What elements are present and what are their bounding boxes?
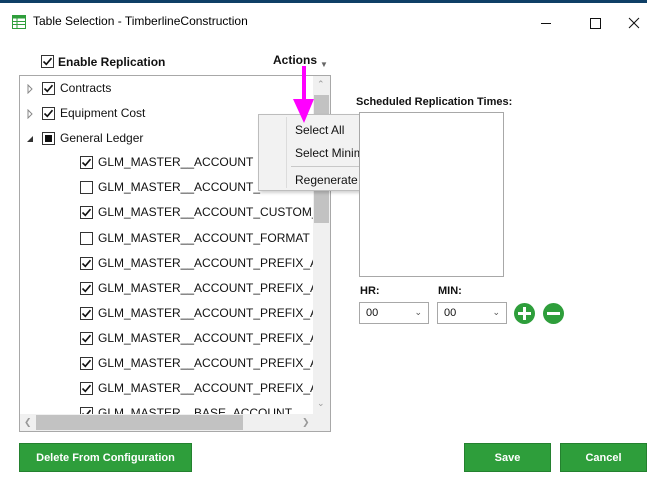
item-checkbox[interactable] <box>80 357 93 370</box>
maximize-icon[interactable] <box>580 10 610 34</box>
tree-item-label: GLM_MASTER__ACCOUNT_PREFIX_ABC_CU <box>98 381 314 395</box>
plus-circle-icon[interactable] <box>514 303 535 324</box>
chevron-down-icon[interactable]: ▼ <box>320 60 328 69</box>
tree-item-label: GLM_MASTER__ACCOUNT_PREFIX_ABC <box>98 356 314 370</box>
chevron-down-icon: ⌄ <box>492 307 500 317</box>
actions-menu-button[interactable]: Actions <box>273 53 317 67</box>
tree-item[interactable]: GLM_MASTER__ACCOUNT_CUSTOM_FIELD <box>20 200 314 224</box>
minus-circle-icon[interactable] <box>543 303 564 324</box>
checkmark-icon <box>81 384 92 393</box>
menu-gutter <box>286 117 287 188</box>
checkmark-icon <box>81 259 92 268</box>
tree-group-label: Contracts <box>60 81 112 95</box>
delete-from-configuration-button[interactable]: Delete From Configuration <box>19 443 192 472</box>
tree-item[interactable]: GLM_MASTER__ACCOUNT_PREFIX_AB_CUS <box>20 326 314 350</box>
checkmark-icon <box>81 359 92 368</box>
item-checkbox[interactable] <box>80 282 93 295</box>
tree-item-label: GLM_MASTER__ACCOUNT_ACT <box>98 180 285 194</box>
item-checkbox[interactable] <box>80 407 93 414</box>
scroll-right-icon[interactable]: ❯ <box>302 417 310 428</box>
close-icon[interactable] <box>625 10 643 34</box>
tree-item[interactable]: GLM_MASTER__ACCOUNT_PREFIX_A <box>20 251 314 275</box>
expand-collapsed-icon[interactable] <box>25 109 35 119</box>
checkmark-icon <box>81 158 92 167</box>
group-checkbox[interactable] <box>42 82 55 95</box>
tree-item[interactable]: GLM_MASTER__ACCOUNT_PREFIX_ABC_CU <box>20 376 314 400</box>
enable-replication-checkbox[interactable] <box>41 55 54 68</box>
checkmark-icon <box>43 84 54 93</box>
chevron-down-icon: ⌄ <box>414 307 422 317</box>
horizontal-scroll-thumb[interactable] <box>36 415 243 430</box>
scheduled-times-label: Scheduled Replication Times: <box>356 96 513 108</box>
checkmark-icon <box>43 109 54 118</box>
enable-replication-label: Enable Replication <box>58 55 166 69</box>
annotation-arrow-icon <box>293 66 314 123</box>
tree-item-label: GLM_MASTER__ACCOUNT_PREFIX_AB <box>98 306 314 320</box>
scroll-up-icon[interactable]: ⌃ <box>317 79 325 90</box>
tree-item[interactable]: GLM_MASTER__ACCOUNT_FORMAT <box>20 226 314 250</box>
item-checkbox[interactable] <box>80 332 93 345</box>
scrollbar-corner <box>313 414 330 431</box>
expand-collapsed-icon[interactable] <box>25 84 35 94</box>
tree-item[interactable]: GLM_MASTER__ACCOUNT_PREFIX_ABC <box>20 351 314 375</box>
checkmark-icon <box>81 334 92 343</box>
scroll-left-icon[interactable]: ❮ <box>24 417 32 428</box>
tree-item-label: GLM_MASTER__ACCOUNT_PREFIX_A <box>98 256 314 270</box>
tree-item[interactable]: GLM_MASTER__ACCOUNT_PREFIX_A_CUST <box>20 276 314 300</box>
item-checkbox[interactable] <box>80 181 93 194</box>
item-checkbox[interactable] <box>80 307 93 320</box>
scroll-down-icon[interactable]: ⌄ <box>317 398 325 409</box>
table-grid-icon <box>12 15 26 29</box>
hour-label: HR: <box>360 285 380 297</box>
tree-group-label: General Ledger <box>60 131 144 145</box>
tree-group-contracts[interactable]: Contracts <box>20 76 314 100</box>
scheduled-times-list[interactable] <box>359 112 504 277</box>
expand-open-icon[interactable] <box>25 134 35 144</box>
minute-label: MIN: <box>438 285 462 297</box>
minute-value: 00 <box>444 307 457 319</box>
minute-select[interactable]: 00 ⌄ <box>437 302 507 324</box>
item-checkbox[interactable] <box>80 232 93 245</box>
window-title: Table Selection - TimberlineConstruction <box>33 14 248 28</box>
hour-select[interactable]: 00 ⌄ <box>359 302 429 324</box>
item-checkbox[interactable] <box>80 382 93 395</box>
tree-item-label: GLM_MASTER__ACCOUNT_PREFIX_A_CUST <box>98 281 314 295</box>
tree-group-label: Equipment Cost <box>60 106 146 120</box>
checkmark-icon <box>81 208 92 217</box>
minimize-icon[interactable] <box>531 10 561 34</box>
tree-item-label: GLM_MASTER__ACCOUNT <box>98 155 254 169</box>
tree-item-label: GLM_MASTER__BASE_ACCOUNT <box>98 406 293 414</box>
save-button[interactable]: Save <box>464 443 551 472</box>
tree-item[interactable]: GLM_MASTER__BASE_ACCOUNT <box>20 401 314 414</box>
menu-item-select-all[interactable]: Select All <box>295 123 344 137</box>
item-checkbox[interactable] <box>80 156 93 169</box>
tree-item-label: GLM_MASTER__ACCOUNT_FORMAT <box>98 231 310 245</box>
item-checkbox[interactable] <box>80 206 93 219</box>
title-bar: Table Selection - TimberlineConstruction <box>0 3 647 35</box>
group-checkbox-partial[interactable] <box>42 132 55 145</box>
tree-item-label: GLM_MASTER__ACCOUNT_CUSTOM_FIELD <box>98 205 314 219</box>
checkmark-icon <box>81 309 92 318</box>
hour-value: 00 <box>366 307 379 319</box>
checkmark-icon <box>42 57 53 66</box>
tree-item[interactable]: GLM_MASTER__ACCOUNT_PREFIX_AB <box>20 301 314 325</box>
cancel-button[interactable]: Cancel <box>560 443 647 472</box>
tree-item-label: GLM_MASTER__ACCOUNT_PREFIX_AB_CUS <box>98 331 314 345</box>
group-checkbox[interactable] <box>42 107 55 120</box>
horizontal-scrollbar[interactable]: ❮ ❯ <box>20 414 314 431</box>
checkmark-icon <box>81 284 92 293</box>
item-checkbox[interactable] <box>80 257 93 270</box>
